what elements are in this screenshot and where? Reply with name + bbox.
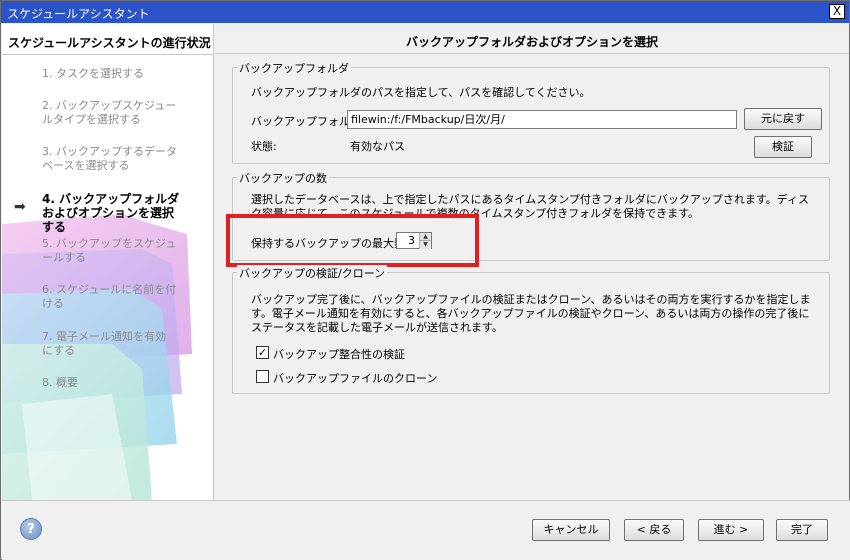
step-3: 3. バックアップするデータベースを選択する — [42, 145, 177, 172]
step-4-current: 4. バックアップフォルダおよびオプションを選択する — [42, 192, 180, 234]
red-highlight-box — [226, 214, 479, 267]
close-button[interactable]: X — [829, 4, 845, 19]
sidebar-header: スケジュールアシスタントの進行状況 — [8, 36, 211, 50]
window-title: スケジュールアシスタント — [7, 7, 150, 21]
page-title: バックアップフォルダおよびオプションを選択 — [215, 24, 849, 54]
folder-path-input[interactable]: filewin:/f:/FMbackup/日次/月/ — [347, 110, 737, 129]
verify-button[interactable]: 検証 — [754, 136, 812, 158]
step-1: 1. タスクを選択する — [42, 67, 144, 80]
step-2: 2. バックアップスケジュールタイプを選択する — [42, 99, 177, 126]
step-5: 5. バックアップをスケジュールする — [42, 237, 177, 264]
clone-backup-label: バックアップファイルのクローン — [273, 372, 438, 385]
verify-integrity-label: バックアップ整合性の検証 — [273, 348, 405, 361]
step-8: 8. 概要 — [42, 376, 78, 389]
verify-clone-description: バックアップ完了後に、バックアップファイルの検証またはクローン、あるいはその両方… — [251, 293, 811, 334]
back-button[interactable]: < 戻る — [624, 519, 684, 541]
backup-folder-group-title: バックアップフォルダ — [237, 60, 351, 76]
clone-backup-checkbox[interactable] — [256, 370, 269, 383]
step-6: 6. スケジュールに名前を付ける — [42, 283, 177, 310]
finish-button[interactable]: 完了 — [776, 519, 828, 541]
cancel-button[interactable]: キャンセル — [532, 519, 610, 541]
status-value: 有効なパス — [350, 140, 405, 153]
help-icon[interactable]: ? — [20, 518, 42, 540]
sidebar-divider — [2, 54, 213, 55]
verify-integrity-checkbox[interactable]: ✓ — [256, 346, 269, 359]
folder-instruction: バックアップフォルダのパスを指定して、パスを確認してください。 — [251, 86, 591, 99]
verify-clone-group-title: バックアップの検証/クローン — [237, 265, 388, 281]
next-button[interactable]: 進む > — [698, 519, 764, 541]
step-7: 7. 電子メール通知を有効にする — [42, 330, 166, 357]
schedule-assistant-window: スケジュールアシスタント X スケジュールアシスタントの進行状況 1. タスクを… — [0, 0, 850, 560]
title-bar: スケジュールアシスタント X — [1, 1, 849, 23]
revert-button[interactable]: 元に戻す — [744, 108, 822, 130]
backup-count-group-title: バックアップの数 — [237, 170, 329, 186]
verify-clone-group: バックアップの検証/クローン バックアップ完了後に、バックアップファイルの検証ま… — [232, 265, 830, 394]
progress-sidebar: スケジュールアシスタントの進行状況 1. タスクを選択する 2. バックアップス… — [2, 24, 214, 500]
arrow-right-icon: ➡ — [14, 199, 26, 215]
backup-folder-group: バックアップフォルダ バックアップフォルダのパスを指定して、パスを確認してくださ… — [232, 60, 830, 164]
status-label: 状態: — [251, 140, 277, 153]
